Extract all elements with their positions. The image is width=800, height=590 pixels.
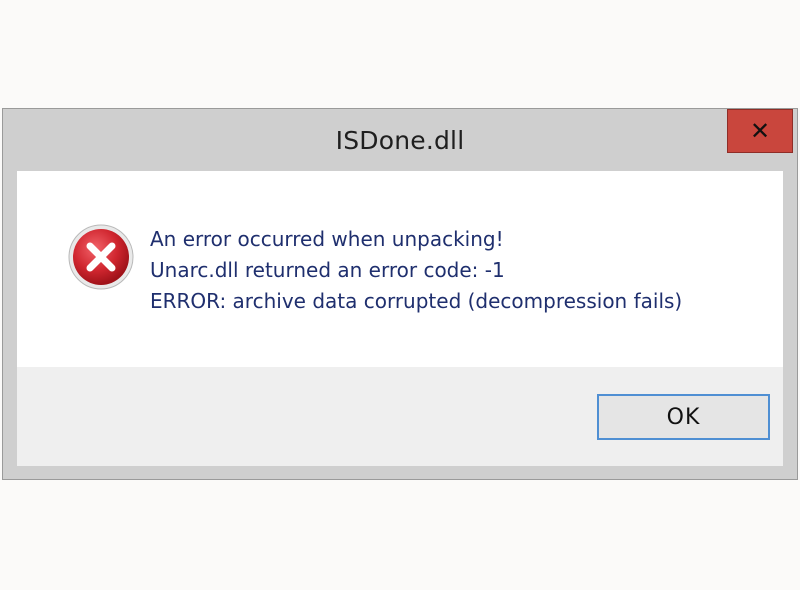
- ok-button[interactable]: OK: [597, 394, 770, 440]
- message-area: An error occurred when unpacking! Unarc.…: [17, 171, 783, 367]
- message-text: An error occurred when unpacking! Unarc.…: [150, 224, 682, 317]
- close-button[interactable]: ✕: [727, 109, 793, 153]
- button-bar: OK: [17, 367, 783, 466]
- error-dialog: ISDone.dll ✕ An error occurred when unpa…: [2, 108, 798, 480]
- message-line: ERROR: archive data corrupted (decompres…: [150, 289, 683, 313]
- error-icon: [68, 224, 134, 290]
- close-icon: ✕: [749, 117, 771, 145]
- message-line: Unarc.dll returned an error code: -1: [150, 258, 505, 282]
- window-title: ISDone.dll: [335, 126, 465, 155]
- message-line: An error occurred when unpacking!: [150, 227, 504, 251]
- dialog-content: An error occurred when unpacking! Unarc.…: [17, 171, 783, 466]
- title-bar[interactable]: ISDone.dll ✕: [3, 109, 797, 171]
